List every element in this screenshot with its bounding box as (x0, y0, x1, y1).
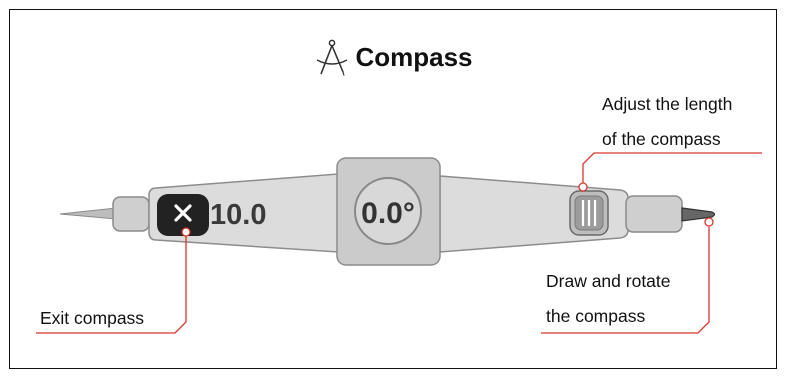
callout-draw-rotate-line2: the compass (546, 306, 646, 326)
callout-exit-compass: Exit compass (40, 308, 145, 328)
adjust-length-handle[interactable] (569, 190, 609, 236)
callout-adjust-length-line1: Adjust the length (602, 94, 733, 114)
callout-draw-rotate-line1: Draw and rotate (546, 271, 671, 291)
length-readout: 10.0 (210, 199, 266, 231)
right-end-cap (625, 195, 683, 233)
callout-adjust-leader (578, 152, 762, 192)
left-end-cap (112, 196, 150, 232)
angle-readout: 0.0° (361, 197, 415, 230)
needle-tip (59, 207, 117, 220)
callout-adjust-length-line2: of the compass (602, 129, 721, 149)
